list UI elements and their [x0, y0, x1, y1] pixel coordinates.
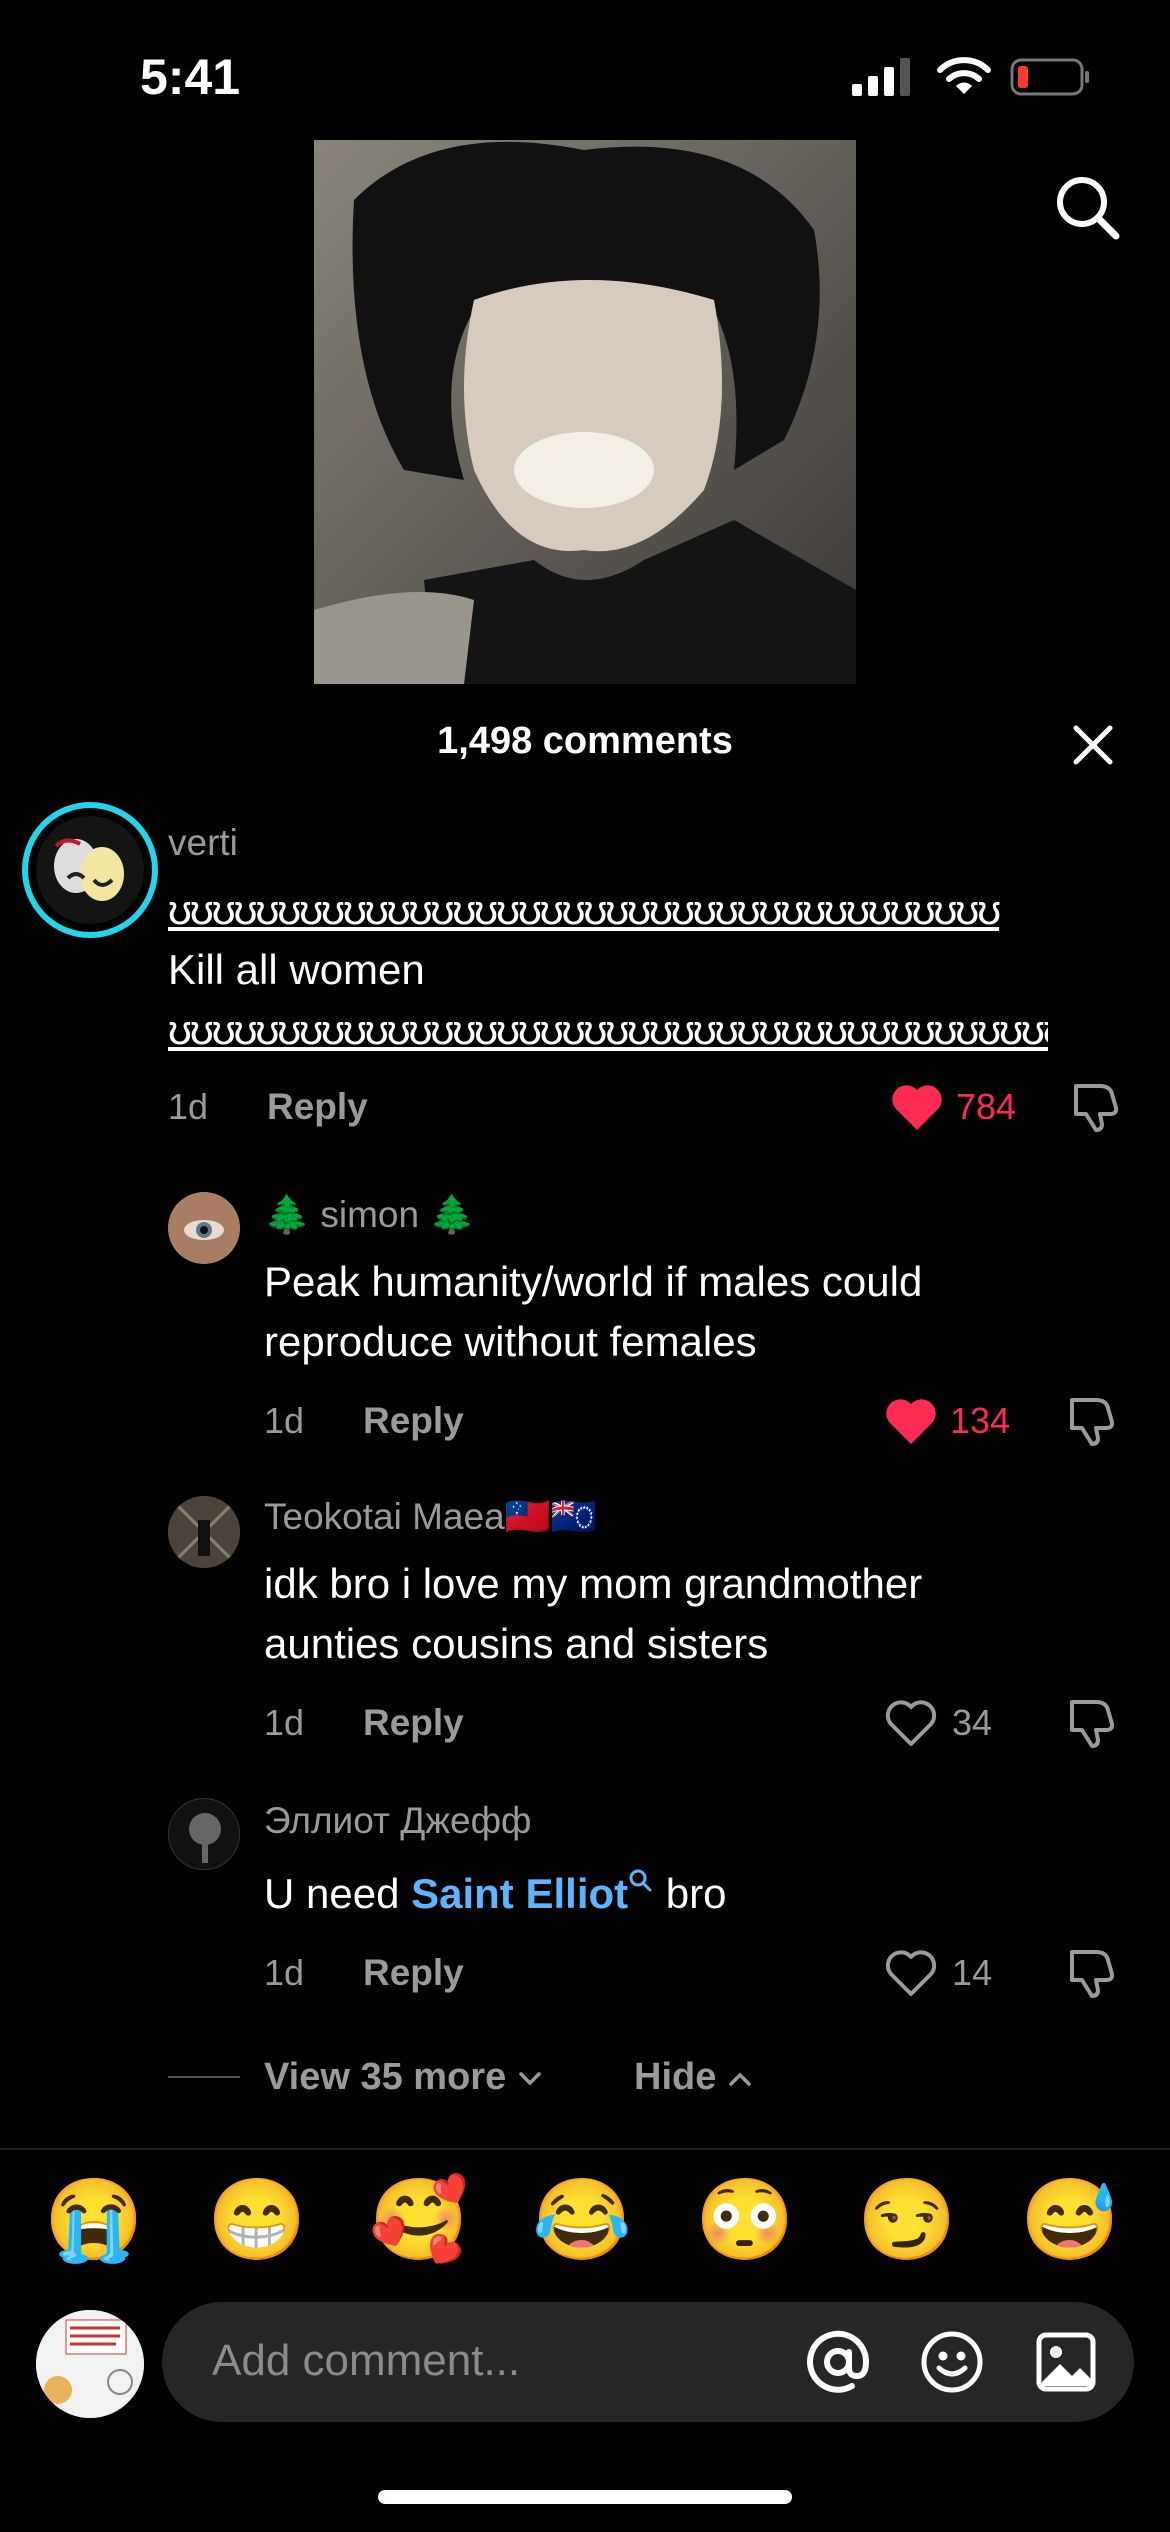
- comment-text: U need: [264, 1870, 412, 1917]
- search-icon[interactable]: [1052, 172, 1122, 242]
- comment-username[interactable]: Эллиот Джефф: [264, 1800, 531, 1842]
- battery-low-icon: [1010, 58, 1089, 96]
- comment-username[interactable]: verti: [168, 822, 238, 864]
- comment-text-line: ʊʊʊʊʊʊʊʊʊʊʊʊʊʊʊʊʊʊʊʊʊʊʊʊʊʊʊʊʊʊʊʊʊʊʊʊʊʊ: [168, 886, 1001, 933]
- heart-outline-icon[interactable]: [884, 1948, 938, 1998]
- comment-text-line: aunties cousins and sisters: [264, 1620, 769, 1667]
- wifi-icon: [937, 57, 991, 94]
- emoji-smiling-hearts[interactable]: 🥰: [369, 2170, 469, 2270]
- view-more-label: View 35 more: [264, 2056, 507, 2098]
- emoji-sweat-smile[interactable]: 😅: [1020, 2170, 1120, 2270]
- emoji-grinning[interactable]: 😁: [207, 2170, 307, 2270]
- comments-count-title: 1,498 comments: [437, 720, 733, 762]
- like-count: 34: [952, 1702, 993, 1743]
- comment-text-line: Kill all women: [168, 946, 425, 993]
- close-icon[interactable]: [1068, 720, 1118, 770]
- hide-label: Hide: [634, 2056, 717, 2098]
- comment-text-line: idk bro i love my mom grandmother: [264, 1560, 923, 1607]
- cellular-signal-icon: [852, 58, 910, 96]
- reply-button[interactable]: Reply: [267, 1086, 368, 1128]
- like-count: 134: [950, 1400, 1011, 1441]
- avatar-image: [168, 1192, 240, 1264]
- comment-text-line: reproduce without females: [264, 1318, 757, 1365]
- reply-button[interactable]: Reply: [363, 1702, 464, 1744]
- avatar[interactable]: [168, 1192, 240, 1264]
- emoji-flushed[interactable]: 😳: [695, 2170, 795, 2270]
- emoji-bar-separator: [0, 2148, 1170, 2150]
- image-upload-icon[interactable]: [1036, 2332, 1096, 2392]
- mention-search-icon[interactable]: [628, 1868, 654, 1894]
- chevron-up-icon: [729, 2072, 751, 2086]
- video-preview[interactable]: [314, 140, 856, 684]
- comment-age: 1d: [168, 1086, 209, 1127]
- mention-at-icon[interactable]: [806, 2330, 870, 2394]
- heart-filled-icon[interactable]: [884, 1396, 938, 1446]
- like-count: 14: [952, 1952, 993, 1993]
- emoji-loudly-crying[interactable]: 😭: [44, 2170, 144, 2270]
- avatar[interactable]: [36, 816, 144, 924]
- dislike-icon[interactable]: [1066, 1394, 1118, 1448]
- home-indicator: [378, 2490, 792, 2504]
- view-more-replies-button[interactable]: View 35 more: [264, 2056, 543, 2099]
- avatar[interactable]: [168, 1496, 240, 1568]
- like-count: 784: [956, 1086, 1017, 1127]
- theater-masks-icon: [54, 838, 124, 901]
- comment-text-line: U need Saint Elliot bro: [264, 1864, 727, 1924]
- emoji-picker-icon[interactable]: [920, 2330, 984, 2394]
- reply-button[interactable]: Reply: [363, 1400, 464, 1442]
- comment-age: 1d: [264, 1702, 305, 1743]
- avatar-image: [168, 1496, 240, 1568]
- dislike-icon[interactable]: [1066, 1946, 1118, 2000]
- video-thumbnail-image: [314, 140, 856, 684]
- status-time: 5:41: [140, 49, 241, 105]
- heart-outline-icon[interactable]: [884, 1698, 938, 1748]
- chevron-down-icon: [519, 2072, 541, 2086]
- heart-filled-icon[interactable]: [890, 1082, 944, 1132]
- reply-button[interactable]: Reply: [363, 1952, 464, 1994]
- hide-replies-button[interactable]: Hide: [634, 2056, 753, 2099]
- my-avatar[interactable]: [36, 2310, 144, 2418]
- mention-link[interactable]: Saint Elliot: [411, 1870, 628, 1917]
- avatar-image: [36, 2310, 144, 2418]
- comment-age: 1d: [264, 1952, 305, 1993]
- emoji-tears-of-joy[interactable]: 😂: [532, 2170, 632, 2270]
- emoji-smirking[interactable]: 😏: [857, 2170, 957, 2270]
- dislike-icon[interactable]: [1070, 1080, 1122, 1134]
- comment-text-line: ʊʊʊʊʊʊʊʊʊʊʊʊʊʊʊʊʊʊʊʊʊʊʊʊʊʊʊʊʊʊʊʊʊʊʊʊʊʊʊʊ…: [168, 1006, 1048, 1053]
- comment-text-line: Peak humanity/world if males could: [264, 1258, 923, 1305]
- avatar[interactable]: [168, 1798, 240, 1870]
- avatar-image: [189, 1813, 221, 1863]
- thread-divider: [168, 2076, 240, 2078]
- comment-username[interactable]: 🌲 simon 🌲: [264, 1194, 475, 1237]
- comment-age: 1d: [264, 1400, 305, 1441]
- comment-input-placeholder: Add comment...: [212, 2336, 521, 2385]
- comment-username[interactable]: Teokotai Maea🇼🇸🇨🇰: [264, 1496, 597, 1539]
- comment-text: bro: [654, 1870, 727, 1917]
- dislike-icon[interactable]: [1066, 1696, 1118, 1750]
